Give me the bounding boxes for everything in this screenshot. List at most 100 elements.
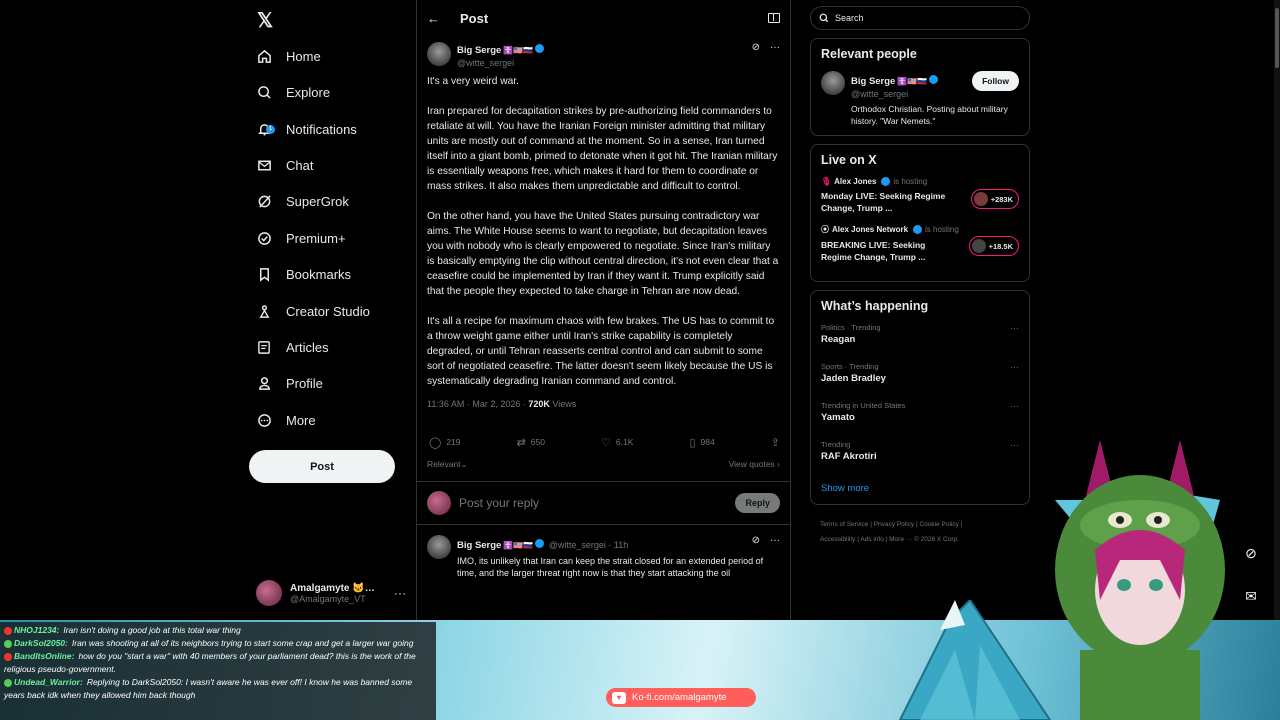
live-card: Live on X 🎙 Alex Jones is hosting Monday…	[810, 144, 1030, 282]
nav-item-articles[interactable]: Articles	[256, 332, 329, 362]
trend-item[interactable]: Politics · Trending Reagan ···	[821, 323, 1019, 362]
sort-dropdown[interactable]: Relevant⌄	[427, 459, 468, 471]
nav-item-premium[interactable]: Premium+	[256, 223, 346, 253]
verified-icon	[929, 75, 939, 85]
youtube-icon	[4, 652, 12, 661]
more-dots-icon[interactable]: ···	[1010, 401, 1019, 411]
more-dots-icon[interactable]: ···	[770, 535, 780, 546]
author-name[interactable]: Big Serge	[457, 540, 501, 551]
author-name[interactable]: Big Serge	[457, 45, 501, 56]
live-item[interactable]: 🎙 Alex Jones is hosting Monday LIVE: See…	[821, 177, 1019, 214]
more-dots-icon[interactable]: ···	[1010, 362, 1019, 372]
search-input[interactable]: Search	[810, 6, 1030, 30]
view-quotes-link[interactable]: View quotes ›	[729, 459, 780, 471]
page-title: Post	[460, 10, 489, 26]
grok-icon[interactable]: ⊘	[752, 535, 760, 546]
left-navigation: 𝕏 Home Explore 1 Notifications Chat Supe…	[248, 0, 416, 620]
back-arrow-icon[interactable]: ←	[427, 11, 440, 26]
nav-item-profile[interactable]: Profile	[256, 368, 323, 398]
avatar[interactable]	[821, 71, 845, 95]
post-timestamp[interactable]: 11:36 AM · Mar 2, 2026 ·	[427, 399, 528, 409]
reply-post[interactable]: Big Serge ☦️🇺🇸🇷🇺 @witte_sergei · 11h IMO,…	[417, 525, 790, 579]
reader-mode-icon[interactable]	[768, 13, 780, 23]
trend-item[interactable]: Sports · Trending Jaden Bradley ···	[821, 362, 1019, 401]
bell-icon: 1	[256, 121, 275, 137]
nav-item-home[interactable]: Home	[256, 41, 321, 71]
articles-icon	[256, 339, 272, 355]
premium-icon	[256, 230, 272, 246]
person-name[interactable]: Big Serge	[851, 76, 895, 87]
broadcast-icon: ⦿	[821, 225, 829, 234]
nav-item-chat[interactable]: Chat	[256, 150, 313, 180]
share-icon: ⇪	[770, 436, 780, 449]
avatar	[971, 239, 986, 253]
post-body: It's a very weird war. Iran prepared for…	[427, 74, 780, 389]
person-icon	[256, 375, 272, 391]
verified-icon	[535, 539, 545, 549]
footer-line[interactable]: Accessibility | Ads info | More ··· © 20…	[820, 532, 1030, 547]
more-dots-icon[interactable]: ···	[394, 586, 406, 600]
nav-item-notifications[interactable]: 1 Notifications	[256, 114, 357, 144]
grok-icon[interactable]: ⊘	[752, 42, 760, 53]
show-more-link[interactable]: Show more	[821, 479, 1019, 496]
grok-icon[interactable]: ⊘	[1238, 540, 1264, 566]
kick-icon	[4, 678, 12, 687]
nav-item-explore[interactable]: Explore	[256, 77, 330, 107]
grok-icon	[256, 193, 272, 209]
mail-icon	[256, 157, 272, 173]
reply-button[interactable]: ◯ 219	[429, 436, 461, 449]
post-author: Big Serge ☦️🇺🇸🇷🇺 @witte_sergei	[427, 40, 780, 68]
trend-item[interactable]: Trending in United States Yamato ···	[821, 401, 1019, 440]
reply-text: IMO, its unlikely that Iran can keep the…	[457, 556, 764, 578]
scrollbar-thumb[interactable]	[1275, 8, 1279, 68]
reply-input[interactable]: Post your reply	[459, 496, 727, 510]
reply-submit-button[interactable]: Reply	[735, 493, 780, 513]
repost-icon: ⇄	[516, 436, 526, 449]
post-button[interactable]: Post	[249, 450, 395, 483]
verified-icon	[881, 177, 891, 186]
bookmark-button[interactable]: ▯ 984	[689, 436, 714, 449]
verified-icon	[913, 225, 923, 234]
like-button[interactable]: ♡ 6.1K	[601, 436, 633, 449]
nav-label: Bookmarks	[286, 266, 352, 282]
scrollbar[interactable]	[1274, 0, 1280, 720]
nav-item-more[interactable]: More	[256, 405, 316, 435]
right-sidebar: Search Relevant people Big Serge ☦️🇺🇸🇷🇺 @…	[810, 0, 1030, 547]
views-label: Views	[549, 399, 577, 409]
avatar[interactable]	[427, 42, 451, 66]
nav-item-supergrok[interactable]: SuperGrok	[256, 186, 349, 216]
live-item[interactable]: ⦿ Alex Jones Network is hosting BREAKING…	[821, 224, 1019, 263]
avatar	[427, 491, 451, 515]
more-dots-icon[interactable]: ···	[770, 42, 780, 53]
nav-item-creator-studio[interactable]: Creator Studio	[256, 296, 370, 326]
x-logo-icon[interactable]: 𝕏	[257, 8, 273, 33]
footer-line[interactable]: Terms of Service | Privacy Policy | Cook…	[820, 517, 1030, 532]
kick-icon	[4, 639, 12, 648]
nav-item-bookmarks[interactable]: Bookmarks	[256, 259, 351, 289]
youtube-icon	[4, 626, 12, 635]
more-dots-icon[interactable]: ···	[1010, 323, 1019, 333]
avatar	[256, 580, 282, 606]
vtuber-avatar	[1055, 440, 1225, 720]
trend-item[interactable]: Trending RAF Akrotiri ···	[821, 440, 1019, 479]
author-handle[interactable]: @witte_sergei	[457, 58, 544, 68]
avatar[interactable]	[427, 535, 451, 559]
follow-button[interactable]: Follow	[972, 71, 1019, 91]
repost-button[interactable]: ⇄ 650	[517, 436, 545, 449]
person-flags: ☦️🇺🇸🇷🇺	[897, 77, 928, 86]
trend-name: Jaden Bradley	[821, 373, 886, 384]
author-handle[interactable]: @witte_sergei · 11h	[549, 540, 629, 550]
mail-icon[interactable]: ✉	[1238, 583, 1264, 609]
main-post: Big Serge ☦️🇺🇸🇷🇺 @witte_sergei ⊘ ··· It's…	[417, 36, 790, 525]
person-item[interactable]: Big Serge ☦️🇺🇸🇷🇺 @witte_sergei Orthodox C…	[821, 71, 1019, 127]
chat-message: NHOJ1234: Iran isn't doing a good job at …	[4, 624, 432, 637]
nav-label: More	[286, 412, 316, 428]
share-button[interactable]: ⇪	[771, 436, 780, 449]
search-icon	[819, 13, 829, 23]
more-dots-icon[interactable]: ···	[1010, 440, 1019, 450]
nav-label: Notifications	[286, 121, 357, 137]
account-switcher[interactable]: Amalgamyte 🐱… @Amalgamyte_VT ···	[256, 577, 406, 609]
trend-name: Reagan	[821, 334, 856, 345]
chat-text: Iran was shooting at all of its neighbor…	[71, 638, 414, 648]
host-suffix: is hosting	[893, 177, 928, 186]
